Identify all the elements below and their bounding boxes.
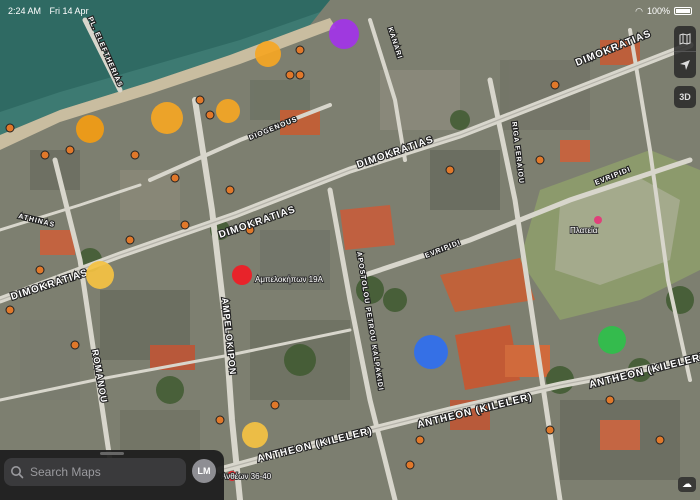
poi-icon[interactable] bbox=[40, 150, 50, 160]
poi-icon[interactable] bbox=[295, 45, 305, 55]
location-marker-icon[interactable] bbox=[86, 261, 114, 289]
wifi-icon: ◠ bbox=[635, 5, 643, 16]
address-pin-label: Αμπελοκήπων 19Α bbox=[255, 275, 324, 284]
search-icon bbox=[11, 466, 24, 479]
poi-icon[interactable] bbox=[35, 265, 45, 275]
map-view[interactable]: DIMOKRATIAS DIMOKRATIAS DIMOKRATIAS DIMO… bbox=[0, 0, 700, 500]
poi-icon[interactable] bbox=[445, 165, 455, 175]
location-marker-icon[interactable] bbox=[329, 19, 359, 49]
3d-toggle-button[interactable]: 3D bbox=[674, 86, 696, 108]
poi-icon[interactable] bbox=[5, 305, 15, 315]
poi-icon[interactable] bbox=[125, 235, 135, 245]
location-marker-icon[interactable] bbox=[598, 326, 626, 354]
poi-icon[interactable] bbox=[655, 435, 665, 445]
status-time: 2:24 AM bbox=[8, 6, 42, 16]
panel-grabber[interactable] bbox=[100, 452, 124, 455]
poi-icon[interactable] bbox=[535, 155, 545, 165]
location-marker-icon[interactable] bbox=[151, 102, 183, 134]
cloud-icon: ☁ bbox=[682, 479, 692, 490]
location-arrow-icon bbox=[680, 60, 690, 70]
poi-icon[interactable] bbox=[550, 80, 560, 90]
address-pin-label: Ανθέων 36-40 bbox=[221, 472, 272, 481]
poi-icon[interactable] bbox=[285, 70, 295, 80]
locate-button[interactable] bbox=[674, 52, 696, 78]
search-box[interactable] bbox=[4, 458, 186, 486]
map-mode-button[interactable] bbox=[674, 26, 696, 52]
avatar[interactable]: LM bbox=[192, 459, 216, 483]
status-right: ◠ 100% bbox=[635, 6, 692, 17]
park-pin-icon[interactable] bbox=[594, 216, 602, 224]
poi-icon[interactable] bbox=[295, 70, 305, 80]
poi-icon[interactable] bbox=[65, 145, 75, 155]
status-bar: 2:24 AM Fri 14 Apr ◠ 100% bbox=[0, 0, 700, 22]
poi-icon[interactable] bbox=[215, 415, 225, 425]
map-controls bbox=[674, 26, 696, 78]
location-marker-icon[interactable] bbox=[216, 99, 240, 123]
park-label: Πλατεία bbox=[570, 226, 598, 235]
map-satellite-base[interactable]: DIMOKRATIAS DIMOKRATIAS DIMOKRATIAS DIMO… bbox=[0, 0, 700, 500]
poi-icon[interactable] bbox=[5, 123, 15, 133]
location-marker-icon[interactable] bbox=[414, 335, 448, 369]
poi-icon[interactable] bbox=[180, 220, 190, 230]
poi-icon[interactable] bbox=[545, 425, 555, 435]
location-marker-icon[interactable] bbox=[255, 41, 281, 67]
status-date: Fri 14 Apr bbox=[49, 6, 89, 16]
battery-icon bbox=[674, 7, 692, 15]
poi-icon[interactable] bbox=[270, 400, 280, 410]
poi-icon[interactable] bbox=[205, 110, 215, 120]
poi-icon[interactable] bbox=[225, 185, 235, 195]
status-left: 2:24 AM Fri 14 Apr bbox=[8, 6, 95, 16]
poi-icon[interactable] bbox=[70, 340, 80, 350]
battery-percent: 100% bbox=[646, 6, 670, 16]
search-input[interactable] bbox=[30, 465, 180, 479]
address-pin-icon[interactable] bbox=[232, 265, 252, 285]
poi-icon[interactable] bbox=[605, 395, 615, 405]
search-panel: LM bbox=[0, 450, 224, 500]
poi-icon[interactable] bbox=[195, 95, 205, 105]
weather-badge: ☁ bbox=[678, 477, 696, 492]
location-marker-icon[interactable] bbox=[242, 422, 268, 448]
poi-icon[interactable] bbox=[405, 460, 415, 470]
map-icon bbox=[679, 32, 691, 45]
poi-icon[interactable] bbox=[130, 150, 140, 160]
location-marker-icon[interactable] bbox=[76, 115, 104, 143]
poi-icon[interactable] bbox=[170, 173, 180, 183]
poi-icon[interactable] bbox=[415, 435, 425, 445]
